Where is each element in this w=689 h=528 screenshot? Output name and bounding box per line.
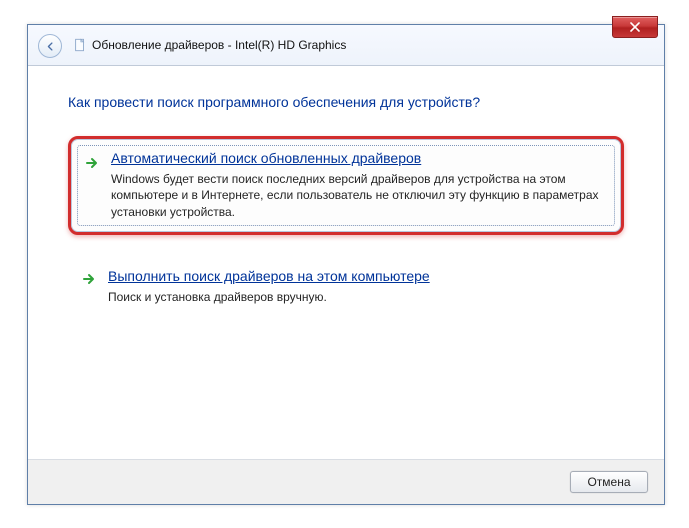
back-arrow-icon xyxy=(45,41,56,52)
titlebar: Обновление драйверов - Intel(R) HD Graph… xyxy=(28,25,664,66)
close-icon xyxy=(630,22,640,32)
option-auto-desc: Windows будет вести поиск последних верс… xyxy=(111,171,605,220)
option-manual-desc: Поиск и установка драйверов вручную. xyxy=(108,289,608,305)
option-manual-search[interactable]: Выполнить поиск драйверов на этом компью… xyxy=(68,257,624,317)
dialog-window: Обновление драйверов - Intel(R) HD Graph… xyxy=(27,24,665,505)
content-area: Как провести поиск программного обеспече… xyxy=(28,66,664,349)
arrow-right-icon xyxy=(85,155,101,171)
back-button[interactable] xyxy=(38,34,62,58)
option-auto-search[interactable]: Автоматический поиск обновленных драйвер… xyxy=(68,136,624,235)
arrow-right-icon xyxy=(82,271,98,287)
footer: Отмена xyxy=(28,459,664,504)
option-auto-title: Автоматический поиск обновленных драйвер… xyxy=(111,149,605,167)
window-title: Обновление драйверов - Intel(R) HD Graph… xyxy=(92,38,346,52)
page-heading: Как провести поиск программного обеспече… xyxy=(68,94,624,110)
close-button[interactable] xyxy=(612,16,658,38)
cancel-button[interactable]: Отмена xyxy=(570,471,648,493)
document-icon xyxy=(72,37,88,53)
option-manual-title: Выполнить поиск драйверов на этом компью… xyxy=(108,267,608,285)
